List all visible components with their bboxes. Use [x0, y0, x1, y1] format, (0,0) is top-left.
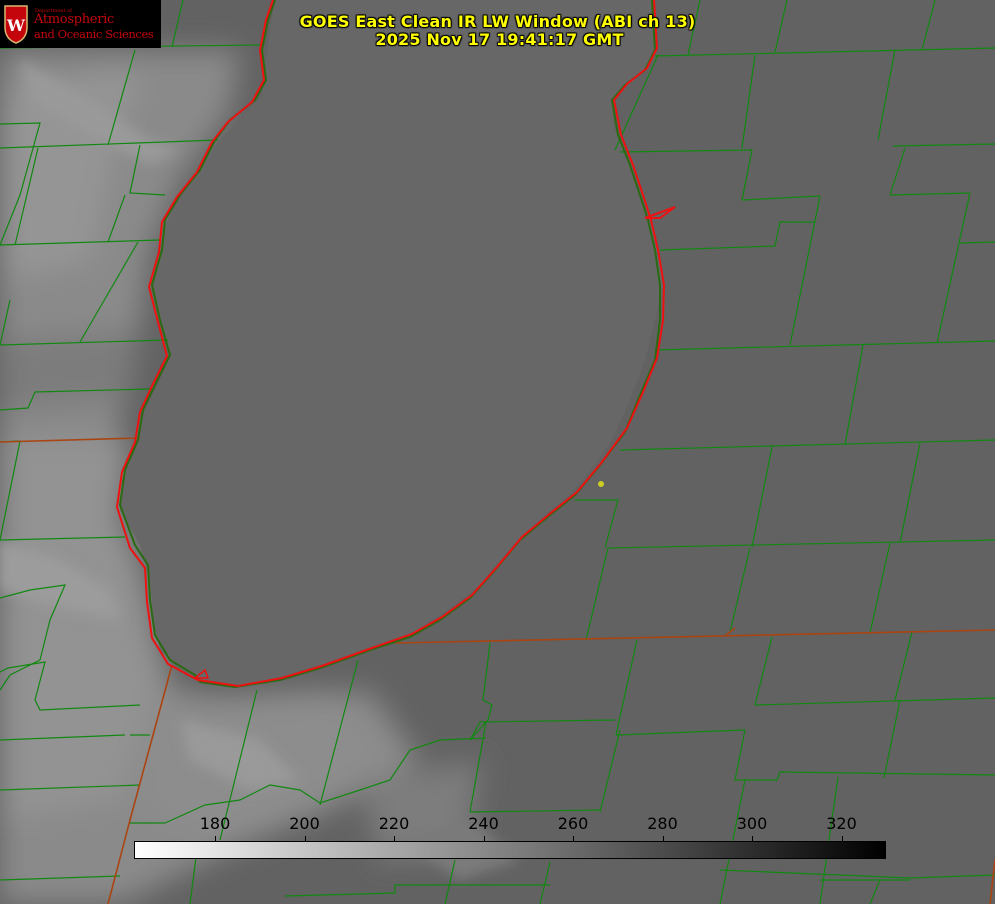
satellite-image-viewer: W Department of Atmospheric and Oceanic … — [0, 0, 995, 904]
colorbar-tick-label: 240 — [468, 814, 499, 833]
image-timestamp: 2025 Nov 17 19:41:17 GMT — [375, 30, 624, 49]
colorbar-tick-label: 320 — [826, 814, 857, 833]
colorbar-tick-label: 200 — [289, 814, 320, 833]
colorbar — [134, 841, 886, 859]
colorbar-tick-label: 220 — [378, 814, 410, 833]
colorbar-tick-label: 180 — [199, 814, 231, 833]
colorbar-tick-label: 260 — [557, 814, 589, 833]
satellite-map — [0, 0, 995, 904]
station-marker — [598, 481, 604, 487]
colorbar-tick-label: 280 — [647, 814, 678, 833]
colorbar-tick-label: 300 — [736, 814, 768, 833]
image-title: GOES East Clean IR LW Window (ABI ch 13) — [299, 12, 696, 31]
